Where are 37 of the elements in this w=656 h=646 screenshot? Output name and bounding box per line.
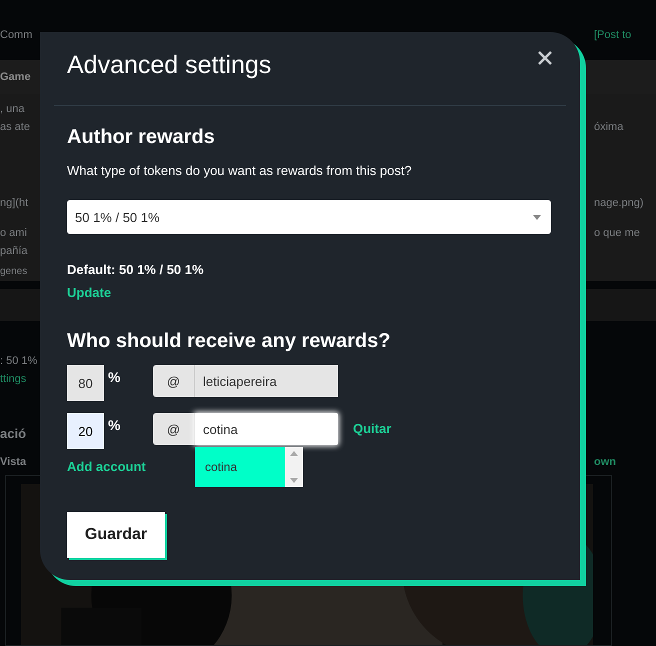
at-prefix: @ <box>153 413 195 445</box>
section-heading: Who should receive any rewards? <box>67 330 390 353</box>
preview-label: Vista <box>0 456 26 468</box>
token-select[interactable]: 50 1% / 50 1% <box>67 200 551 234</box>
close-button[interactable] <box>538 51 552 65</box>
summary-text: : 50 1% <box>0 355 38 367</box>
note-text: genes <box>0 266 28 277</box>
body-text: ng](ht <box>0 197 28 209</box>
scroll-up-icon[interactable] <box>290 451 298 456</box>
percent-sign: % <box>108 369 122 385</box>
body-text: nage.png) <box>594 197 644 209</box>
remove-link[interactable]: Quitar <box>353 421 392 436</box>
save-button[interactable]: Guardar <box>67 512 165 558</box>
percent-sign: % <box>108 417 122 433</box>
community-text: Comm <box>0 29 32 41</box>
at-prefix: @ <box>153 365 195 397</box>
caret-icon <box>533 214 541 220</box>
section-heading: Author rewards <box>67 126 215 149</box>
add-account-link[interactable]: Add account <box>67 459 146 474</box>
body-text: o ami <box>0 227 27 239</box>
title-text: Game <box>0 71 31 83</box>
body-text: as ate <box>0 121 30 133</box>
update-link[interactable]: Update <box>67 285 112 300</box>
account-field[interactable]: cotina <box>195 413 338 445</box>
markdown-link[interactable]: own <box>594 456 616 468</box>
dialog-title: Advanced settings <box>67 50 272 80</box>
question-text: What type of tokens do you want as rewards from this post? <box>67 163 412 178</box>
body-text: o que me <box>594 227 640 239</box>
body-text: pañía <box>0 245 28 257</box>
section-heading: ació <box>0 426 26 440</box>
body-text: óxima <box>594 121 624 133</box>
suggestion-item[interactable]: cotina <box>195 447 285 487</box>
percent-field[interactable]: 20 <box>67 413 104 449</box>
post-link[interactable]: [Post to <box>594 29 632 41</box>
default-text: Default: 50 1% / 50 1% <box>67 262 204 277</box>
settings-link[interactable]: ttings <box>0 373 26 385</box>
body-text: , una <box>0 103 24 115</box>
